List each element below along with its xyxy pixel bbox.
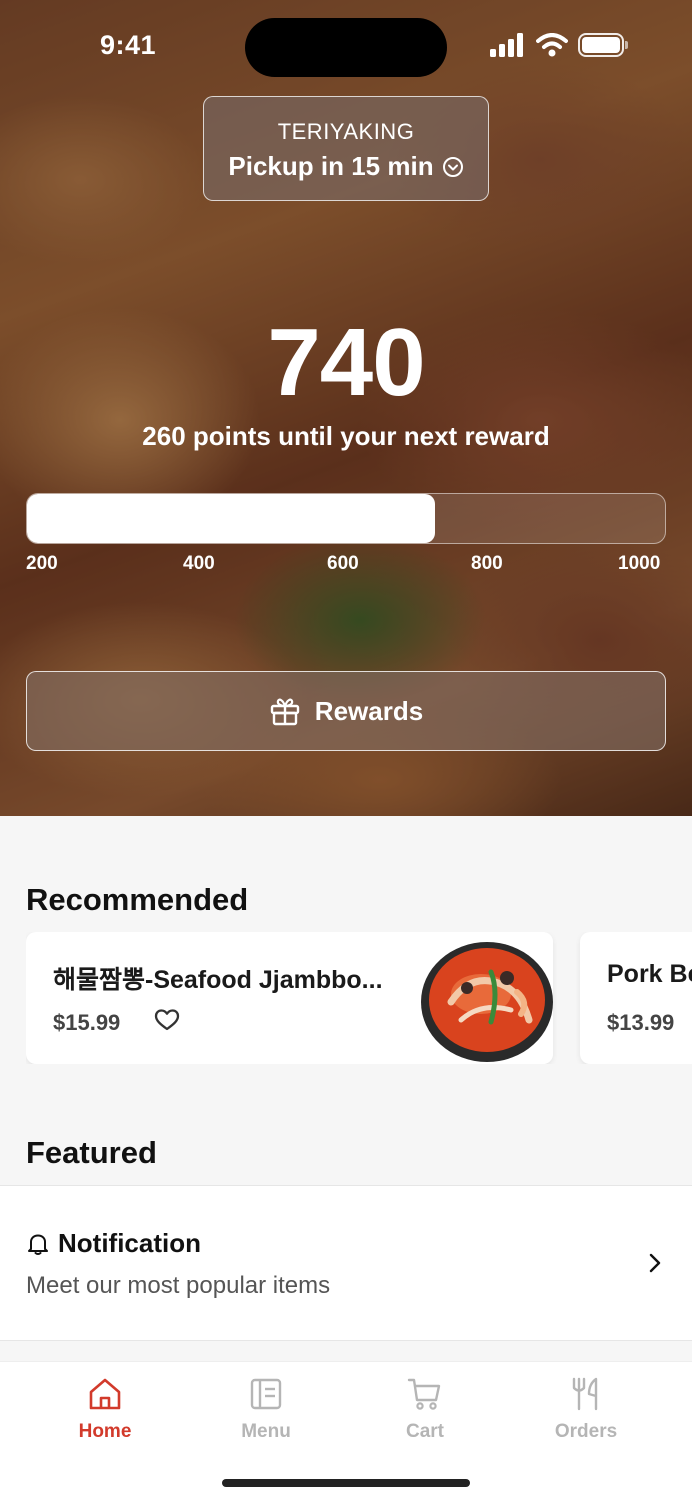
battery-icon	[578, 33, 628, 57]
seafood-jjambbong-image	[421, 932, 553, 1064]
orders-icon	[572, 1377, 598, 1411]
status-time: 9:41	[100, 30, 157, 60]
chevron-right-icon	[649, 1253, 661, 1273]
tab-home[interactable]: Home	[45, 1376, 165, 1443]
featured-notification-row[interactable]: Notification Meet our most popular items	[0, 1185, 692, 1341]
home-icon	[89, 1378, 121, 1410]
wifi-icon	[536, 33, 568, 57]
progress-ticks: 200 400 600 800 1000	[26, 553, 666, 577]
item-price: $15.99	[53, 1010, 121, 1035]
item-name: Pork Be	[607, 960, 692, 988]
featured-item-title: Notification	[58, 1228, 201, 1258]
featured-item-subtitle: Meet our most popular items	[26, 1272, 331, 1299]
rewards-progress-bar	[26, 493, 666, 544]
dynamic-island	[245, 18, 447, 77]
rewards-button[interactable]: Rewards	[26, 671, 666, 751]
tick-label: 200	[26, 553, 58, 574]
cellular-signal-icon	[490, 33, 523, 57]
featured-title: Featured	[26, 1135, 157, 1170]
tab-menu[interactable]: Menu	[206, 1376, 326, 1443]
hero-banner: 9:41 TERIYAKING Pickup in 15 min 740 260…	[0, 0, 692, 816]
item-name: 해물짬뽕-Seafood Jjambbo...	[53, 966, 383, 994]
tab-label: Cart	[405, 1421, 444, 1442]
tick-label: 800	[471, 553, 503, 574]
recommended-title: Recommended	[26, 882, 249, 917]
heart-icon[interactable]	[154, 1008, 180, 1032]
recommended-item-card[interactable]: Pork Be $13.99	[580, 932, 692, 1064]
tab-cart[interactable]: Cart	[365, 1376, 485, 1443]
rewards-progress-fill	[27, 494, 436, 543]
tab-label: Menu	[241, 1421, 291, 1442]
tab-label: Orders	[554, 1421, 618, 1442]
points-until-reward: 260 points until your next reward	[142, 421, 550, 451]
recommended-carousel[interactable]: 해물짬뽕-Seafood Jjambbo... $15.99 Pork Be $…	[26, 932, 692, 1064]
tab-orders[interactable]: Orders	[526, 1376, 646, 1443]
tick-label: 600	[327, 553, 359, 574]
tick-label: 1000	[618, 553, 661, 574]
bell-icon	[28, 1234, 48, 1255]
points-balance: 740	[267, 309, 425, 416]
menu-icon	[250, 1378, 282, 1410]
rewards-button-label: Rewards	[314, 695, 424, 726]
cart-icon	[407, 1378, 441, 1410]
chevron-down-circle-icon	[442, 156, 463, 177]
store-selector[interactable]: TERIYAKING Pickup in 15 min	[203, 96, 489, 201]
store-name: TERIYAKING	[277, 119, 415, 144]
pickup-time: Pickup in 15 min	[228, 151, 434, 181]
tick-label: 400	[183, 553, 215, 574]
item-price: $13.99	[607, 1010, 675, 1035]
recommended-item-card[interactable]: 해물짬뽕-Seafood Jjambbo... $15.99	[26, 932, 553, 1064]
gift-icon	[270, 698, 299, 726]
home-indicator	[222, 1479, 470, 1487]
tab-label: Home	[78, 1421, 132, 1442]
status-icons	[490, 33, 628, 57]
